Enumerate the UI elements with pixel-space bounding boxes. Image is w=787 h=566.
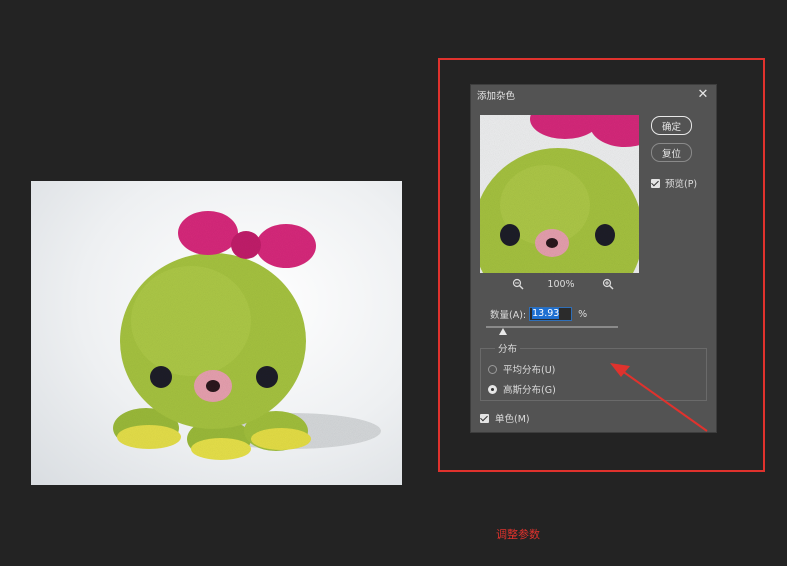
annotation-arrow-icon [610, 363, 708, 432]
gaussian-radio[interactable] [488, 384, 497, 394]
source-image [31, 181, 402, 485]
gaussian-option[interactable]: 高斯分布(G) [488, 382, 556, 396]
amount-label: 数量(A): [490, 310, 527, 321]
ok-button[interactable]: 确定 [651, 116, 692, 135]
zoom-controls: 100% [480, 278, 639, 292]
amount-value: 13.93 [532, 308, 560, 319]
uniform-label: 平均分布(U) [503, 365, 556, 376]
gaussian-label: 高斯分布(G) [503, 385, 556, 396]
zoom-level: 100% [547, 279, 575, 290]
amount-unit: % [578, 308, 588, 320]
preview-label: 预览(P) [665, 179, 698, 190]
monochrome-checkbox[interactable] [480, 413, 489, 423]
amount-slider-thumb[interactable] [499, 328, 508, 335]
monochrome-label: 单色(M) [495, 414, 530, 425]
preview-pane[interactable] [480, 115, 639, 273]
dialog-titlebar[interactable]: 添加杂色 [471, 85, 716, 105]
dialog-title: 添加杂色 [477, 91, 516, 102]
amount-input[interactable]: 13.93 [529, 307, 573, 321]
zoom-out-icon[interactable] [512, 278, 524, 290]
uniform-radio[interactable] [488, 364, 497, 374]
amount-row: 数量(A): 13.93 % [490, 307, 587, 321]
distribution-label: 分布 [495, 341, 521, 355]
preview-checkbox-row[interactable]: 预览(P) [651, 176, 697, 190]
preview-checkbox[interactable] [651, 178, 660, 188]
zoom-in-icon[interactable] [602, 278, 614, 290]
monochrome-checkbox-row[interactable]: 单色(M) [480, 411, 530, 425]
uniform-option[interactable]: 平均分布(U) [488, 362, 555, 376]
plush-toy-illustration [113, 211, 381, 460]
preview-image [480, 115, 639, 273]
reset-button[interactable]: 复位 [651, 143, 692, 162]
annotation-caption: 调整参数 [496, 528, 540, 541]
close-icon[interactable]: ✕ [696, 88, 710, 102]
